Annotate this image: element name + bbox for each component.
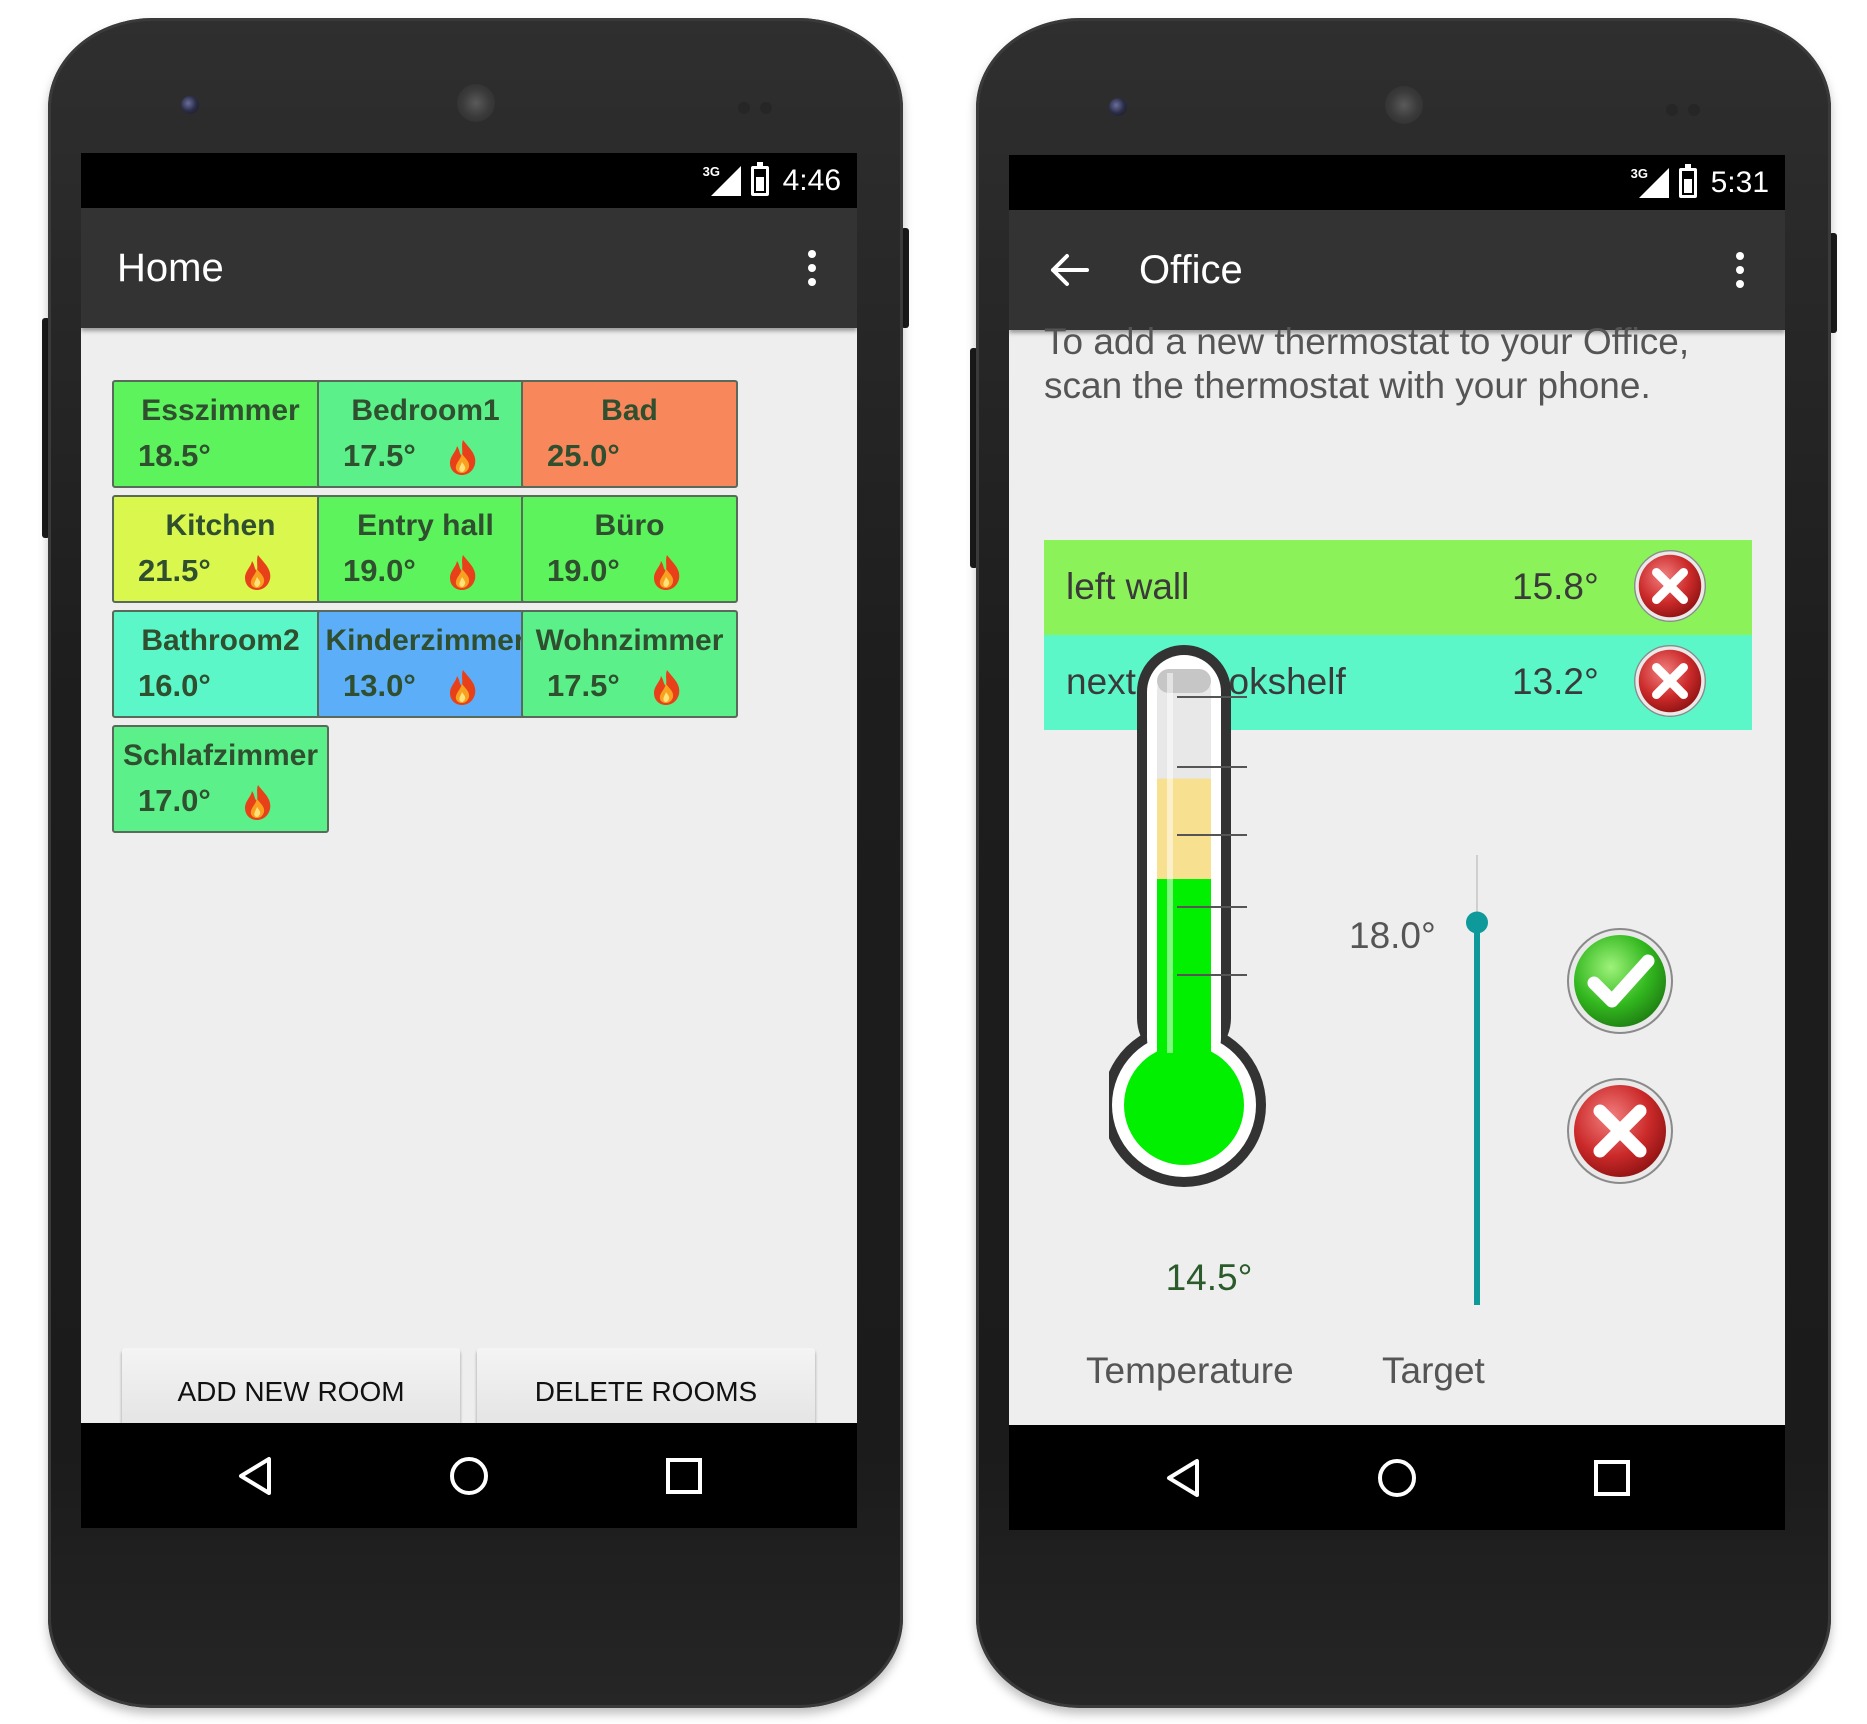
home-screen: 3G 4:46 Home Esszimmer 18.5° Bedroom1 17.5°… (81, 153, 857, 1528)
home-nav-icon[interactable] (446, 1453, 492, 1499)
room-tile[interactable]: Esszimmer 18.5° (112, 380, 329, 488)
target-slider-thumb[interactable] (1466, 911, 1488, 934)
flame-icon (242, 553, 274, 591)
flame-icon (651, 553, 683, 591)
room-temperature: 19.0° (547, 553, 620, 588)
room-name: Kitchen (165, 509, 276, 542)
battery-icon (750, 161, 769, 196)
status-time: 5:31 (1710, 165, 1769, 199)
current-temperature-value: 14.5° (1165, 1257, 1253, 1298)
thermostat-name: left wall (1066, 566, 1190, 607)
confirm-check-icon[interactable] (1564, 925, 1676, 1037)
room-tile[interactable]: Kitchen 21.5° (112, 495, 329, 603)
room-tile[interactable]: Bad 25.0° (521, 380, 738, 488)
room-temperature: 17.5° (547, 668, 620, 703)
add-thermostat-instructions: To add a new thermostat to your Office, … (1044, 321, 1690, 407)
phone-office: 3G 5:31 Office To add a new thermostat t… (970, 18, 1837, 1708)
earpiece-speaker (1384, 86, 1423, 124)
navigation-bar (81, 1423, 857, 1528)
thermostat-temperature: 13.2° (1512, 661, 1599, 702)
signal-icon: 3G (1631, 166, 1669, 198)
front-camera (1109, 98, 1127, 116)
room-temperature: 21.5° (138, 553, 211, 588)
phone-home: 3G 4:46 Home Esszimmer 18.5° Bedroom1 17.5°… (42, 18, 909, 1708)
room-temperature: 17.5° (343, 438, 416, 473)
page-title: Office (1139, 247, 1243, 292)
office-screen: 3G 5:31 Office To add a new thermostat t… (1009, 155, 1785, 1530)
room-temperature: 13.0° (343, 668, 416, 703)
overflow-menu-icon[interactable] (807, 250, 817, 288)
room-tile[interactable]: Schlafzimmer 17.0° (112, 725, 329, 833)
room-temperature: 18.5° (138, 438, 211, 473)
proximity-sensor (738, 102, 750, 114)
network-type-label: 3G (1630, 165, 1648, 181)
page-title: Home (117, 245, 224, 290)
temperature-thermometer (1102, 645, 1299, 1205)
earpiece-speaker (456, 84, 495, 122)
flame-icon (651, 668, 683, 706)
target-slider[interactable] (1457, 855, 1497, 1305)
front-camera (181, 96, 199, 114)
thermostat-temperature: 15.8° (1512, 566, 1599, 607)
action-bar: Office (1009, 210, 1785, 330)
recents-nav-icon[interactable] (661, 1453, 707, 1499)
room-tile[interactable]: Entry hall 19.0° (317, 495, 534, 603)
network-type-label: 3G (702, 163, 720, 179)
room-name: Schlafzimmer (122, 739, 319, 772)
temperature-label: Temperature (1086, 1350, 1294, 1391)
back-nav-icon[interactable] (233, 1453, 279, 1499)
light-sensor (760, 102, 772, 114)
room-tile[interactable]: Wohnzimmer 17.5° (521, 610, 738, 718)
proximity-sensor (1666, 104, 1678, 116)
room-name: Bad (601, 394, 658, 427)
home-nav-icon[interactable] (1374, 1455, 1420, 1501)
room-tile[interactable]: Bedroom1 17.5° (317, 380, 534, 488)
room-temperature: 19.0° (343, 553, 416, 588)
room-tile[interactable]: Bathroom2 16.0° (112, 610, 329, 718)
room-name: Esszimmer (141, 394, 300, 427)
battery-icon (1678, 163, 1697, 198)
flame-icon (242, 783, 274, 821)
target-label: Target (1382, 1350, 1485, 1391)
room-temperature: 16.0° (138, 668, 211, 703)
overflow-menu-icon[interactable] (1735, 252, 1745, 290)
room-name: Entry hall (357, 509, 494, 542)
cancel-x-icon[interactable] (1564, 1075, 1676, 1187)
navigation-bar (1009, 1425, 1785, 1530)
flame-icon (447, 553, 479, 591)
action-bar: Home (81, 208, 857, 328)
recents-nav-icon[interactable] (1589, 1455, 1635, 1501)
signal-icon: 3G (703, 164, 741, 196)
room-tile[interactable]: Kinderzimmer 13.0° (317, 610, 534, 718)
back-nav-icon[interactable] (1161, 1455, 1207, 1501)
status-bar: 3G 4:46 (81, 153, 857, 208)
room-name: Büro (594, 509, 665, 542)
flame-icon (447, 668, 479, 706)
remove-thermostat-x-icon[interactable] (1632, 643, 1708, 719)
room-temperature: 25.0° (547, 438, 620, 473)
room-name: Kinderzimmer (325, 624, 526, 657)
room-tile[interactable]: Büro 19.0° (521, 495, 738, 603)
flame-icon (447, 438, 479, 476)
light-sensor (1688, 104, 1700, 116)
status-bar: 3G 5:31 (1009, 155, 1785, 210)
back-arrow-icon[interactable] (1047, 248, 1091, 292)
status-time: 4:46 (782, 163, 841, 197)
room-name: Bathroom2 (141, 624, 300, 657)
room-name: Wohnzimmer (535, 624, 724, 657)
target-temperature-value: 18.0° (1349, 915, 1436, 956)
room-name: Bedroom1 (351, 394, 500, 427)
remove-thermostat-x-icon[interactable] (1632, 548, 1708, 624)
room-temperature: 17.0° (138, 783, 211, 818)
thermostat-row[interactable]: left wall 15.8° (1044, 540, 1752, 635)
